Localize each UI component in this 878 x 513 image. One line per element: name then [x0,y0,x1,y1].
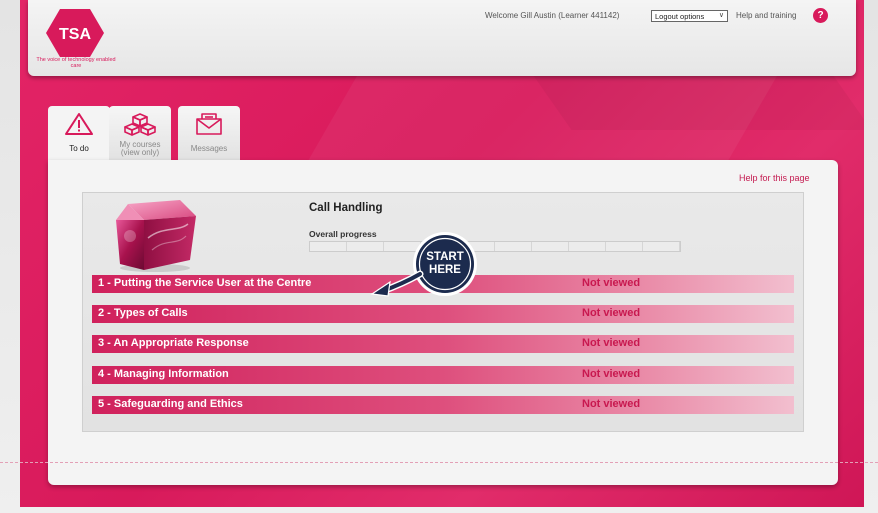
tab-label: My courses (view only) [119,140,161,157]
tab-label: Messages [190,144,228,153]
envelope-icon [178,112,240,141]
logout-options-value: Logout options [655,12,705,21]
tab-my-courses[interactable]: My courses (view only) [109,106,171,160]
overall-progress-label: Overall progress [309,229,377,239]
start-here-line1: START [426,251,464,263]
progress-segment [606,242,643,251]
progress-segment [495,242,532,251]
cubes-icon [109,112,171,141]
site-header: TSA The voice of technology enabled care… [28,0,856,76]
module-row-5[interactable]: 5 - Safeguarding and Ethics Not viewed [92,396,794,414]
module-title: 3 - An Appropriate Response [98,337,249,349]
module-status: Not viewed [582,368,641,380]
module-title: 1 - Putting the Service User at the Cent… [98,277,312,289]
progress-segment [569,242,606,251]
warning-triangle-icon [48,112,110,141]
course-cube-icon [116,200,196,272]
module-title: 2 - Types of Calls [98,307,188,319]
welcome-text: Welcome Gill Austin (Learner 441142) [485,11,620,20]
overall-progress-bar [309,241,681,252]
module-title: 5 - Safeguarding and Ethics [98,398,243,410]
module-status: Not viewed [582,398,641,410]
start-here-line2: HERE [429,264,461,276]
progress-segment [532,242,569,251]
module-status: Not viewed [582,307,641,319]
logout-options-select[interactable]: Logout options ∨ [651,10,728,22]
module-row-3[interactable]: 3 - An Appropriate Response Not viewed [92,335,794,353]
tab-label: To do [69,144,89,153]
tab-messages[interactable]: Messages [178,106,240,160]
module-status: Not viewed [582,277,641,289]
logo-tagline: The voice of technology enabled care [36,57,116,69]
course-title: Call Handling [309,202,383,214]
help-and-training-link[interactable]: Help and training [736,11,796,20]
divider [0,462,878,463]
question-mark-icon[interactable]: ? [813,8,828,23]
tsa-logo[interactable]: TSA [46,8,104,58]
progress-segment [310,242,347,251]
module-title: 4 - Managing Information [98,368,229,380]
module-row-2[interactable]: 2 - Types of Calls Not viewed [92,305,794,323]
module-status: Not viewed [582,337,641,349]
arrow-left-icon [370,270,424,297]
module-row-4[interactable]: 4 - Managing Information Not viewed [92,366,794,384]
tab-to-do[interactable]: To do [48,106,110,164]
chevron-down-icon: ∨ [718,12,724,19]
logo-text: TSA [59,26,91,43]
help-for-this-page-link[interactable]: Help for this page [739,173,810,183]
progress-segment [643,242,680,251]
